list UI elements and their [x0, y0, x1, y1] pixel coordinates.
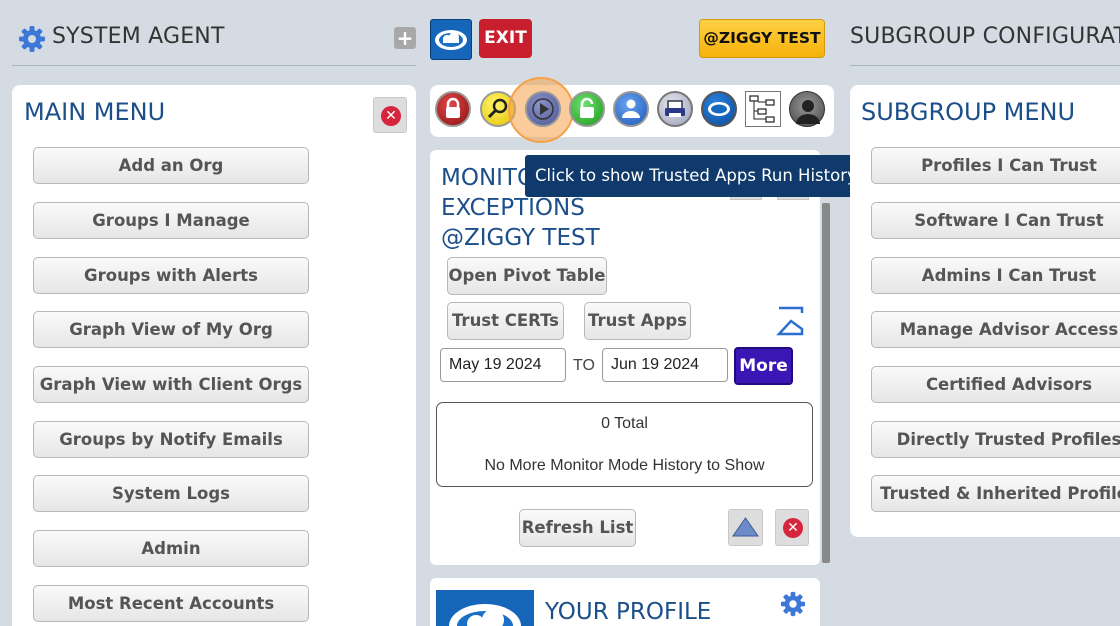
open-pivot-table-button[interactable]: Open Pivot Table [447, 257, 607, 295]
menu-item-groups-by-notify-emails[interactable]: Groups by Notify Emails [33, 421, 309, 458]
close-monitor-button[interactable]: ✕ [775, 509, 809, 546]
play-tooltip: Click to show Trusted Apps Run History [525, 155, 867, 197]
subgroup-item-profiles-trust[interactable]: Profiles I Can Trust [871, 147, 1120, 184]
trust-apps-button[interactable]: Trust Apps [584, 302, 691, 340]
menu-item-graph-view-client-orgs[interactable]: Graph View with Client Orgs [33, 366, 309, 403]
subgroup-menu-panel: SUBGROUP MENU Profiles I Can Trust Softw… [850, 85, 1120, 537]
main-menu-panel: MAIN MENU ✕ Add an Org Groups I Manage G… [12, 85, 416, 626]
collapse-button[interactable] [728, 509, 763, 546]
profile-panel: YOUR PROFILE [430, 578, 820, 626]
menu-item-admin[interactable]: Admin [33, 530, 309, 567]
total-count: 0 Total [601, 415, 648, 432]
subgroup-item-trusted-inherited[interactable]: Trusted & Inherited Profiles [871, 475, 1120, 512]
cloud-icon[interactable] [701, 91, 737, 127]
monitor-scrollbar[interactable] [822, 203, 830, 563]
right-header-divider [850, 65, 1120, 66]
more-button[interactable]: More [734, 347, 793, 385]
monitor-title-line2: EXCEPTIONS [441, 195, 585, 221]
left-header-divider [12, 65, 416, 66]
printer-icon[interactable] [657, 91, 693, 127]
users-icon[interactable] [613, 91, 649, 127]
menu-item-groups-with-alerts[interactable]: Groups with Alerts [33, 257, 309, 294]
lock-red-icon[interactable] [435, 91, 471, 127]
subgroup-menu-title: SUBGROUP MENU [861, 98, 1076, 126]
avatar-icon[interactable] [789, 91, 825, 127]
subgroup-item-manage-advisor-access[interactable]: Manage Advisor Access [871, 311, 1120, 348]
history-results-box: 0 Total No More Monitor Mode History to … [436, 402, 813, 487]
subgroup-item-certified-advisors[interactable]: Certified Advisors [871, 366, 1120, 403]
empty-history-message: No More Monitor Mode History to Show [484, 457, 765, 474]
menu-item-graph-view-org[interactable]: Graph View of My Org [33, 311, 309, 348]
monitor-title-line3: @ZIGGY TEST [441, 225, 600, 251]
to-label: TO [573, 357, 595, 374]
menu-item-most-recent-accounts[interactable]: Most Recent Accounts [33, 585, 309, 622]
date-from-input[interactable]: May 19 2024 [440, 348, 566, 382]
close-icon: ✕ [381, 106, 401, 126]
gear-icon [19, 26, 45, 52]
refresh-list-button[interactable]: Refresh List [519, 509, 636, 547]
date-to-input[interactable]: Jun 19 2024 [602, 348, 728, 382]
trust-certs-button[interactable]: Trust CERTs [447, 302, 564, 340]
sitemap-icon[interactable] [745, 91, 781, 127]
cloud-icon [435, 30, 467, 50]
system-agent-title: SYSTEM AGENT [52, 24, 225, 49]
menu-item-system-logs[interactable]: System Logs [33, 475, 309, 512]
menu-item-groups-i-manage[interactable]: Groups I Manage [33, 202, 309, 239]
subgroup-config-title: SUBGROUP CONFIGURATIO [850, 24, 1120, 49]
close-icon: ✕ [783, 518, 803, 538]
exit-button[interactable]: EXIT [479, 19, 532, 58]
toolbar [430, 77, 834, 143]
subgroup-item-admins-trust[interactable]: Admins I Can Trust [871, 257, 1120, 294]
account-button[interactable]: @ZIGGY TEST [699, 19, 825, 58]
triangle-up-icon [732, 517, 759, 537]
main-menu-title: MAIN MENU [24, 98, 166, 126]
subgroup-item-directly-trusted[interactable]: Directly Trusted Profiles [871, 421, 1120, 458]
profile-title: YOUR PROFILE [545, 599, 712, 625]
monitor-panel: MONITO EXCEPTIONS @ZIGGY TEST Open Pivot… [430, 150, 820, 565]
cloud-logo-button[interactable] [430, 19, 472, 60]
add-icon[interactable]: + [394, 27, 416, 49]
menu-item-add-org[interactable]: Add an Org [33, 147, 309, 184]
lock-green-icon[interactable] [569, 91, 605, 127]
gear-icon[interactable] [780, 591, 806, 617]
close-main-menu-button[interactable]: ✕ [373, 97, 407, 133]
sigma-icon[interactable] [776, 305, 806, 337]
cloud-icon [449, 604, 521, 626]
subgroup-item-software-trust[interactable]: Software I Can Trust [871, 202, 1120, 239]
profile-cloud-logo [436, 590, 534, 626]
play-icon[interactable] [525, 91, 561, 127]
